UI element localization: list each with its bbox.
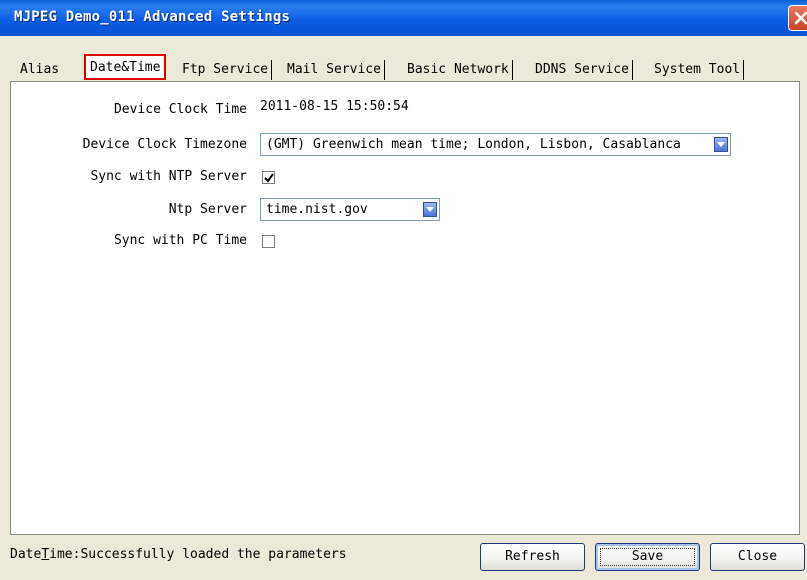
checkmark-icon — [264, 173, 274, 183]
chevron-down-icon — [717, 142, 725, 147]
tab-system-tool[interactable]: System Tool — [654, 60, 745, 80]
tab-basic-network[interactable]: Basic Network — [407, 60, 513, 80]
tab-date-time[interactable]: Date&Time — [84, 54, 167, 80]
ntp-server-select-value: time.nist.gov — [266, 202, 368, 217]
tab-strip: Alias Date&Time Ftp Service Mail Service… — [10, 54, 800, 82]
refresh-button[interactable]: Refresh — [480, 543, 585, 571]
status-mnemonic: T — [41, 547, 50, 562]
close-icon — [794, 11, 807, 25]
device-clock-time-value: 2011-08-15 15:50:54 — [260, 99, 409, 114]
settings-window: MJPEG Demo_011 Advanced Settings Alias D… — [0, 0, 807, 580]
sync-pc-label: Sync with PC Time — [113, 233, 247, 248]
title-bar[interactable]: MJPEG Demo_011 Advanced Settings — [0, 0, 807, 36]
close-button[interactable]: Close — [710, 543, 805, 571]
status-message: DateTime:Successfully loaded the paramet… — [10, 547, 347, 562]
ntp-server-label: Ntp Server — [168, 202, 247, 217]
sync-pc-checkbox[interactable] — [262, 235, 275, 248]
tab-ftp-service[interactable]: Ftp Service — [182, 60, 273, 80]
sync-ntp-label: Sync with NTP Server — [90, 169, 247, 184]
chevron-down-icon — [426, 207, 434, 212]
timezone-select[interactable]: (GMT) Greenwich mean time; London, Lisbo… — [260, 133, 731, 156]
window-close-button[interactable] — [788, 5, 807, 31]
window-title: MJPEG Demo_011 Advanced Settings — [14, 9, 291, 25]
tab-ddns-service[interactable]: DDNS Service — [535, 60, 633, 80]
status-prefix: Date — [10, 547, 42, 562]
timezone-select-value: (GMT) Greenwich mean time; London, Lisbo… — [266, 137, 681, 152]
date-time-panel: Device Clock Time 2011-08-15 15:50:54 De… — [10, 81, 800, 535]
status-text: ime:Successfully loaded the parameters — [49, 547, 347, 562]
timezone-dropdown-button[interactable] — [714, 137, 728, 152]
ntp-server-select[interactable]: time.nist.gov — [260, 198, 440, 221]
save-button[interactable]: Save — [595, 543, 700, 571]
tab-alias[interactable]: Alias — [20, 60, 59, 80]
tab-mail-service[interactable]: Mail Service — [287, 60, 385, 80]
ntp-server-dropdown-button[interactable] — [423, 202, 437, 217]
focus-ring — [600, 548, 695, 566]
sync-ntp-checkbox[interactable] — [262, 171, 275, 184]
device-clock-timezone-label: Device Clock Timezone — [82, 137, 247, 152]
device-clock-time-label: Device Clock Time — [113, 102, 247, 117]
